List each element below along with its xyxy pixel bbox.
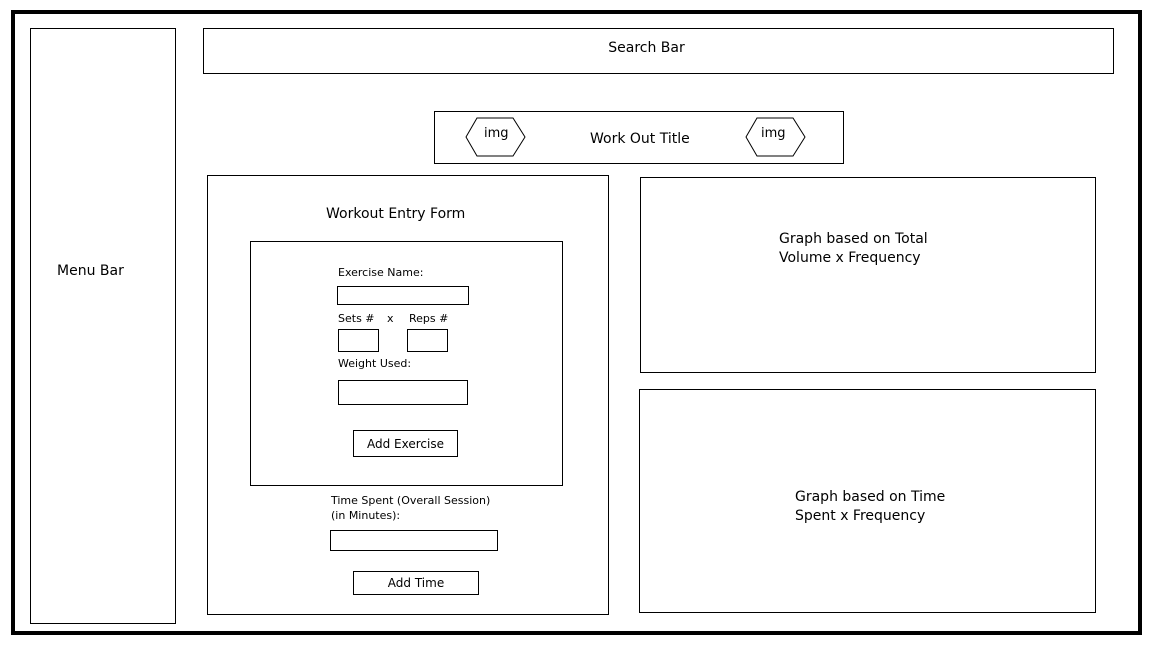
volume-graph-caption: Graph based on Total [779,231,928,247]
right-image-placeholder: img [745,117,806,157]
times-symbol: x [387,312,394,325]
left-image-label: img [484,126,509,141]
workout-title-header: img Work Out Title img [434,111,844,164]
add-exercise-button[interactable]: Add Exercise [353,430,458,457]
time-spent-label: Time Spent (Overall Session) [331,494,491,507]
exercise-entry-box: Exercise Name: Sets # x Reps # Weight Us… [250,241,563,486]
time-spent-input[interactable] [330,530,498,551]
page-title: Work Out Title [590,131,690,147]
form-title: Workout Entry Form [326,206,466,222]
right-image-label: img [761,126,786,141]
add-time-button[interactable]: Add Time [353,571,479,595]
sets-input[interactable] [338,329,379,352]
add-exercise-label: Add Exercise [367,436,444,451]
reps-label: Reps # [409,312,449,325]
volume-graph-panel: Graph based on Total Volume x Frequency [640,177,1096,373]
add-time-label: Add Time [387,576,445,590]
volume-graph-caption-line2: Volume x Frequency [779,250,921,266]
menu-bar-label: Menu Bar [57,263,124,279]
weight-input[interactable] [338,380,468,405]
sets-label: Sets # [338,312,375,325]
time-graph-caption-line2: Spent x Frequency [795,508,926,524]
time-graph-caption: Graph based on Time [795,489,946,505]
time-graph-panel: Graph based on Time Spent x Frequency [639,389,1096,613]
exercise-name-input[interactable] [337,286,469,305]
time-spent-sublabel: (in Minutes): [331,509,401,522]
menu-bar[interactable]: Menu Bar [30,28,176,624]
search-bar[interactable]: Search Bar [203,28,1114,74]
search-bar-label: Search Bar [608,39,685,56]
reps-input[interactable] [407,329,448,352]
workout-entry-panel: Workout Entry Form Exercise Name: Sets #… [207,175,609,615]
exercise-name-label: Exercise Name: [338,266,424,279]
weight-label: Weight Used: [338,357,412,370]
left-image-placeholder: img [465,117,526,157]
